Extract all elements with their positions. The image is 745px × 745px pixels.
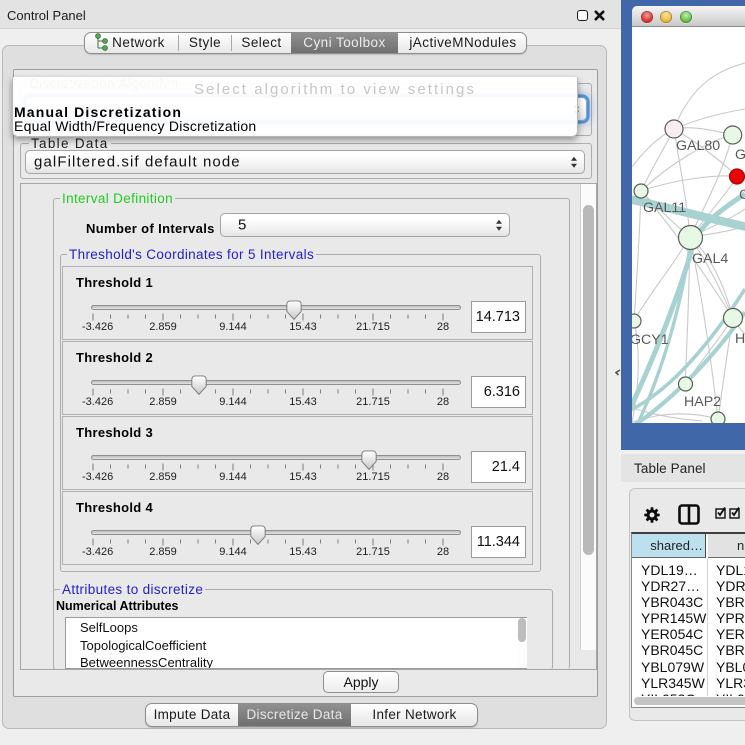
svg-text:GAL4: GAL4 (692, 251, 728, 267)
svg-text:GAL11: GAL11 (643, 200, 686, 216)
svg-text:C: C (739, 187, 745, 203)
svg-text:GAL80: GAL80 (676, 138, 720, 154)
svg-text:GA: GA (735, 147, 745, 163)
svg-text:H: H (735, 331, 745, 347)
svg-text:HAP2: HAP2 (684, 394, 721, 410)
svg-text:GCY1: GCY1 (632, 332, 669, 348)
